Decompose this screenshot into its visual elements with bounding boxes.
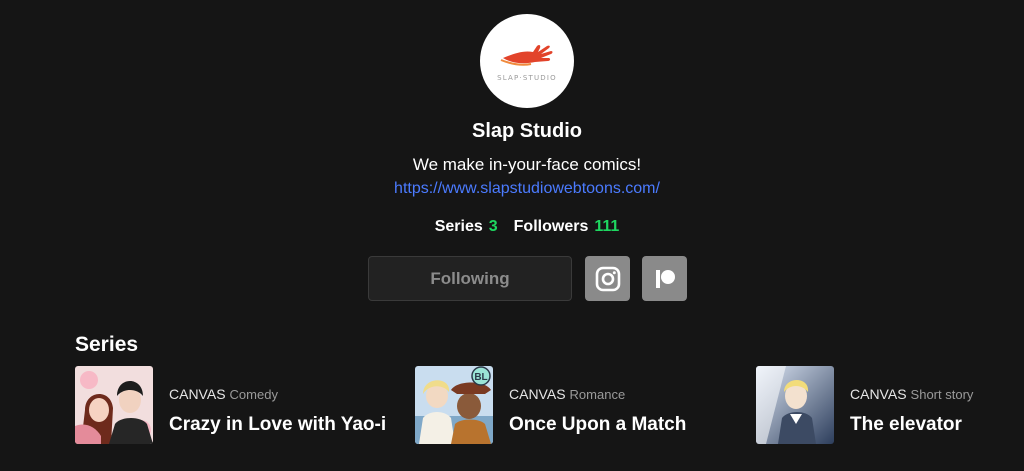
series-genre: Romance — [569, 387, 626, 402]
website-link[interactable]: https://www.slapstudiowebtoons.com/ — [0, 180, 1024, 198]
series-meta: CANVAS Romance — [509, 386, 686, 402]
series-card[interactable]: CANVAS Comedy Crazy in Love with Yao-i — [75, 366, 405, 444]
studio-avatar: SLAP·STUDIO — [480, 14, 574, 108]
patreon-icon — [655, 269, 675, 288]
slap-hand-logo-icon — [500, 44, 553, 66]
series-genre: Short story — [910, 387, 974, 402]
series-thumbnail[interactable] — [75, 366, 153, 444]
stat-series: Series 3 — [435, 218, 498, 236]
following-button[interactable]: Following — [368, 256, 572, 301]
instagram-button[interactable] — [585, 256, 630, 301]
series-platform: CANVAS — [850, 386, 907, 402]
studio-tagline: We make in-your-face comics! — [412, 155, 642, 174]
stat-value: 111 — [594, 218, 620, 235]
creator-profile-page: SLAP·STUDIO Slap Studio We make in-your-… — [0, 0, 1024, 471]
series-platform: CANVAS — [169, 386, 226, 402]
bl-badge: BL — [474, 372, 487, 383]
instagram-icon — [595, 266, 620, 291]
series-title[interactable]: The elevator — [850, 414, 973, 436]
series-thumbnail[interactable]: BL — [415, 366, 493, 444]
series-info: CANVAS Comedy Crazy in Love with Yao-i — [169, 366, 386, 436]
series-info: CANVAS Short story The elevator — [850, 366, 973, 436]
stat-followers: Followers 111 — [514, 218, 620, 236]
stat-value: 3 — [488, 218, 498, 235]
studio-name: Slap Studio — [472, 120, 582, 142]
series-card[interactable]: BL CANVAS Romance Once Upon a Match — [415, 366, 745, 444]
series-section-title: Series — [75, 333, 139, 356]
patreon-button[interactable] — [642, 256, 687, 301]
stat-label: Series — [434, 218, 483, 235]
profile-stats: Series 3 Followers 111 — [0, 218, 1024, 236]
series-genre: Comedy — [229, 387, 278, 402]
series-title[interactable]: Once Upon a Match — [509, 414, 686, 436]
series-meta: CANVAS Comedy — [169, 386, 386, 402]
series-title[interactable]: Crazy in Love with Yao-i — [169, 414, 386, 436]
series-thumbnail[interactable] — [756, 366, 834, 444]
logo-text: SLAP·STUDIO — [497, 74, 557, 82]
stat-label: Followers — [513, 218, 589, 235]
series-card[interactable]: CANVAS Short story The elevator — [756, 366, 1024, 444]
series-info: CANVAS Romance Once Upon a Match — [509, 366, 686, 436]
series-meta: CANVAS Short story — [850, 386, 973, 402]
series-platform: CANVAS — [509, 386, 566, 402]
